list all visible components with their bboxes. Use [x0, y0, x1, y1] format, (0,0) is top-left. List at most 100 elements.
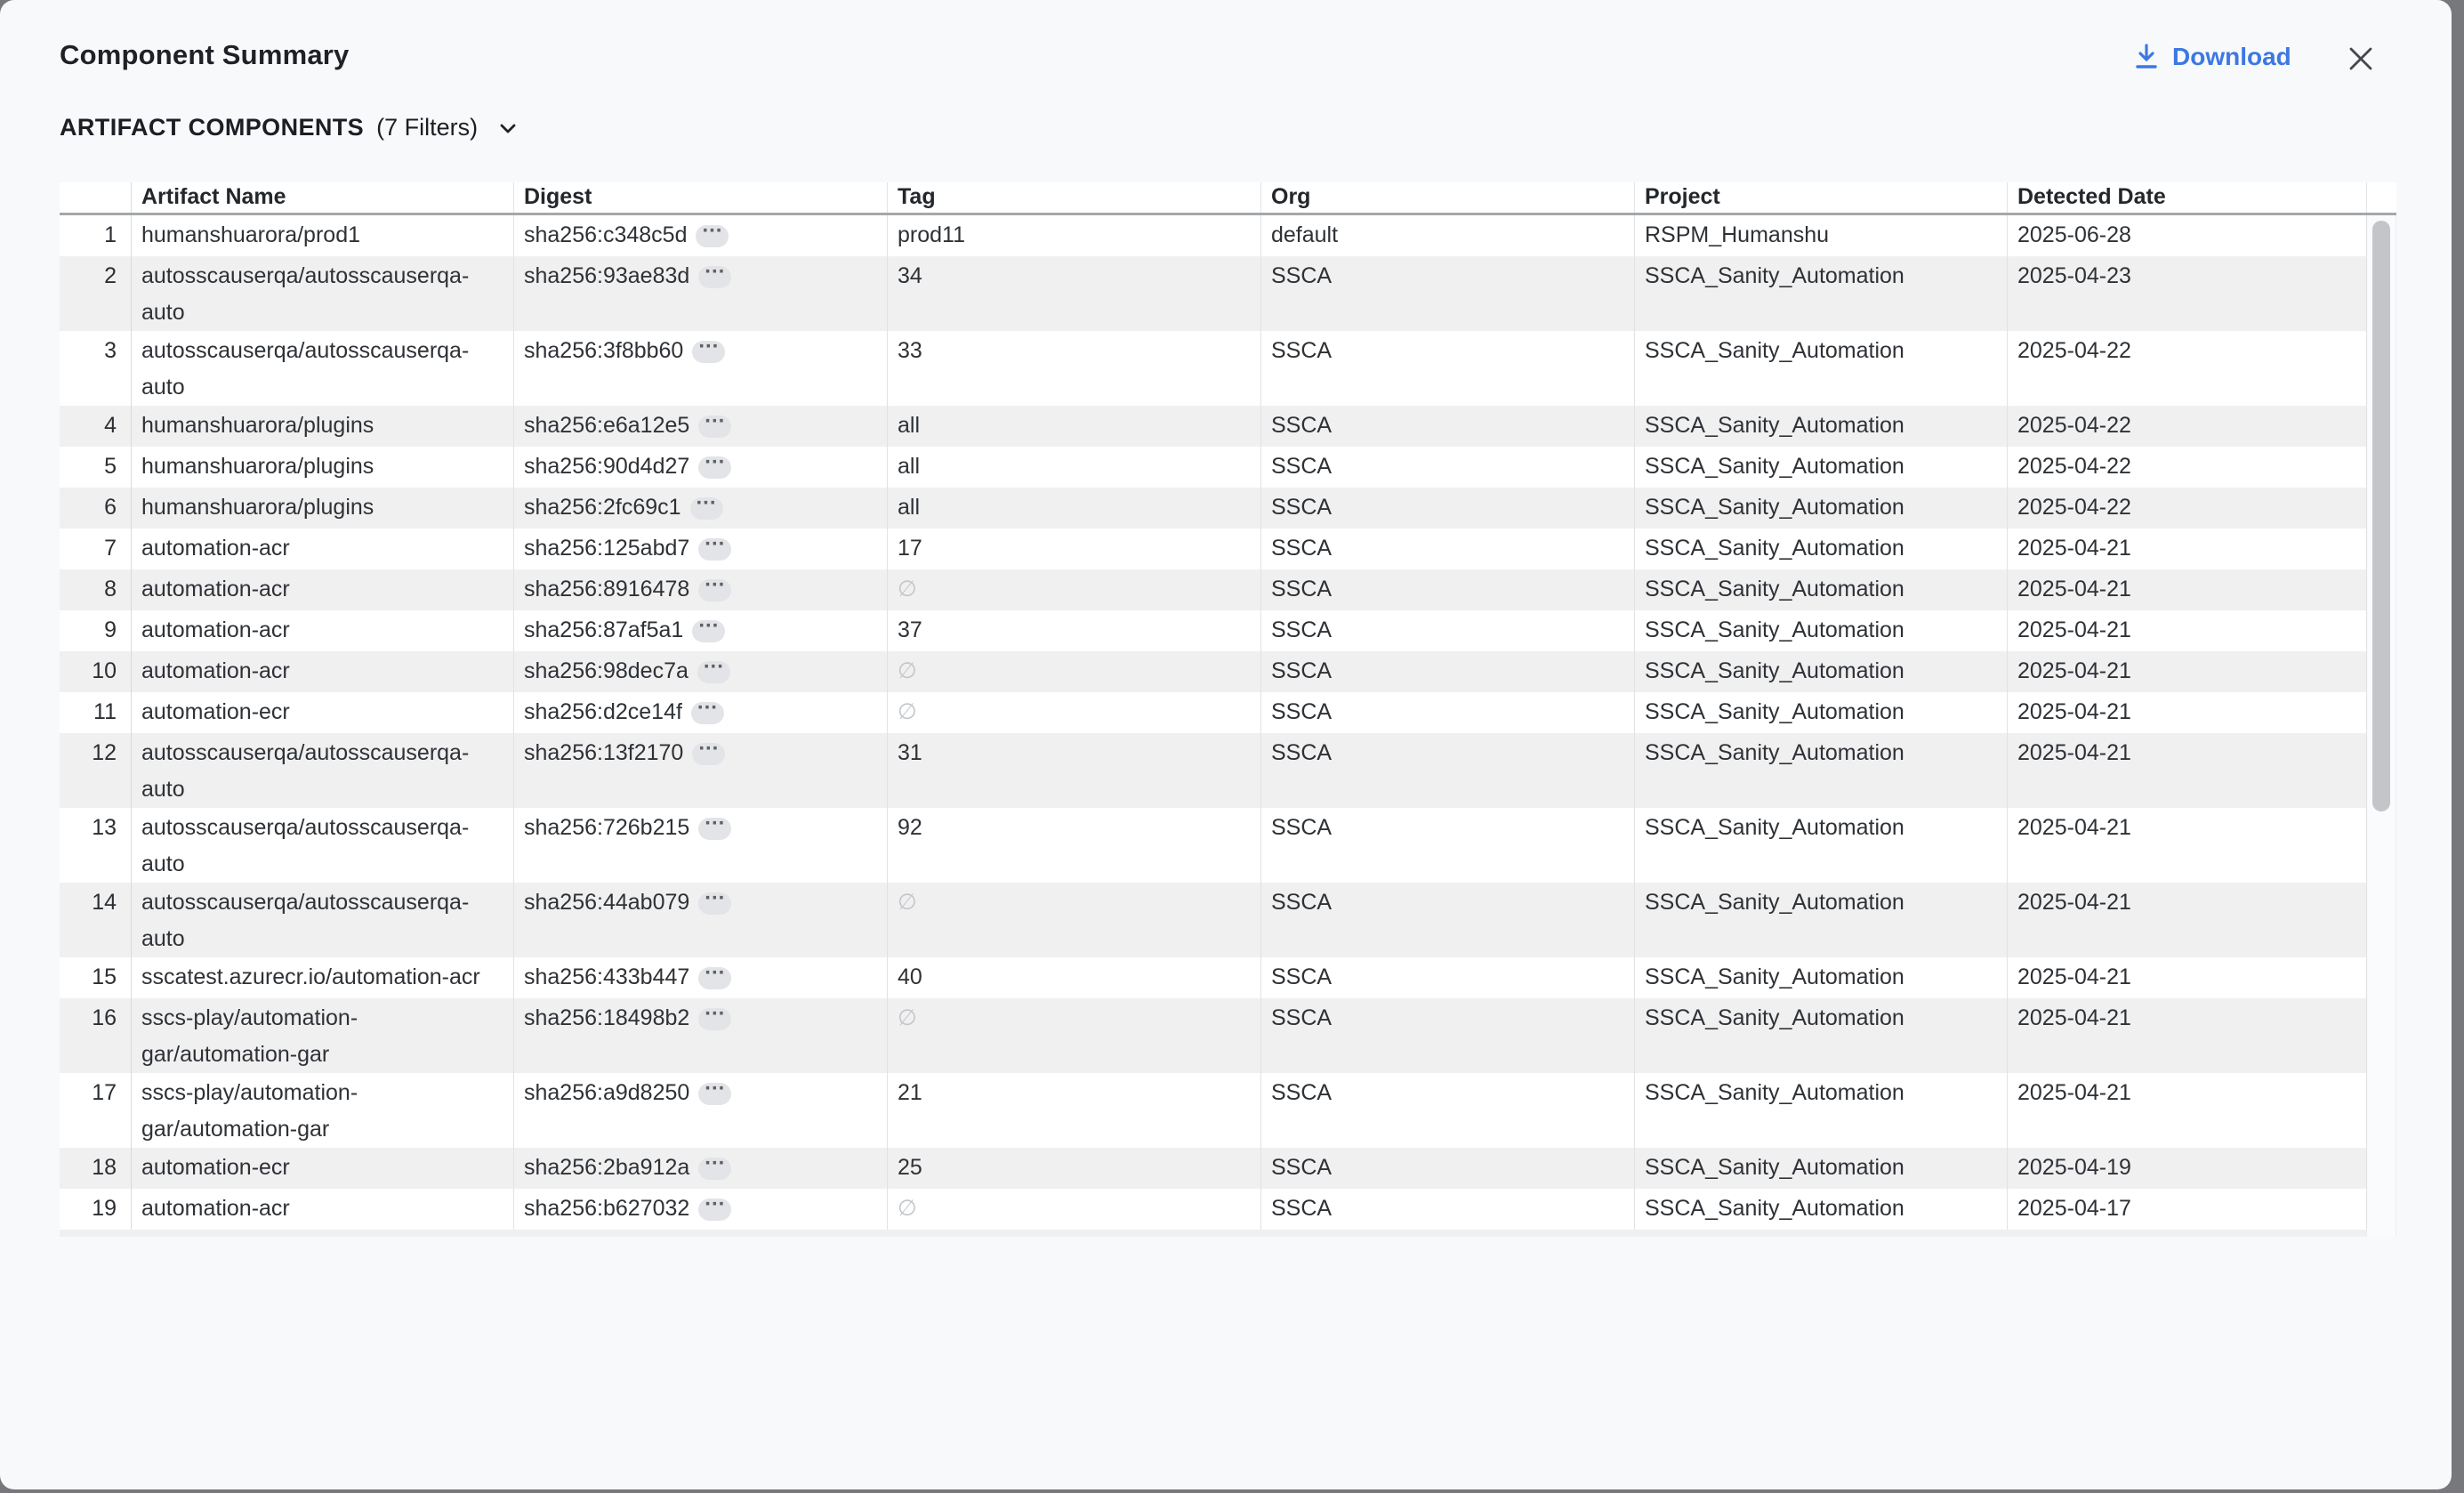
column-header-tag: Tag: [888, 182, 1261, 213]
digest-more-button[interactable]: ...: [698, 416, 731, 438]
download-button[interactable]: Download: [2133, 43, 2291, 71]
digest-more-button[interactable]: ...: [697, 661, 730, 683]
page-title: Component Summary: [60, 39, 350, 71]
org-cell: SSCA: [1261, 1148, 1635, 1189]
tag-cell: 37: [888, 610, 1261, 651]
digest-more-button[interactable]: ...: [698, 818, 731, 840]
vertical-scrollbar[interactable]: [2368, 215, 2396, 1237]
org-cell: SSCA: [1261, 529, 1635, 569]
empty-tag-symbol: ∅: [898, 890, 917, 915]
table-row: 11automation-ecrsha256:d2ce14f...∅SSCASS…: [60, 692, 2367, 733]
digest-more-button[interactable]: ...: [692, 620, 725, 642]
table-row: 18automation-ecrsha256:2ba912a...25SSCAS…: [60, 1148, 2367, 1189]
digest-more-button[interactable]: ...: [691, 702, 724, 724]
detected-date-cell: 2025-04-21: [2008, 692, 2367, 733]
artifact-name-cell: humanshuarora/prod1: [132, 215, 514, 256]
detected-date-cell: 2025-04-21: [2008, 610, 2367, 651]
digest-more-button[interactable]: ...: [692, 341, 725, 363]
table-row: 2autosscauserqa/autosscauserqa-autosha25…: [60, 256, 2367, 331]
artifact-name-cell: autosscauserqa/autosscauserqa-auto: [132, 883, 514, 957]
digest-more-button[interactable]: ...: [698, 1158, 731, 1180]
artifact-name-cell: autosscauserqa/autosscauserqa-auto: [132, 256, 514, 331]
column-header-index: [60, 182, 132, 213]
org-cell: SSCA: [1261, 692, 1635, 733]
table-row: 1humanshuarora/prod1sha256:c348c5d...pro…: [60, 215, 2367, 256]
tag-cell: 17: [888, 529, 1261, 569]
project-cell: SSCA_Sanity_Automation: [1635, 569, 2008, 610]
column-header-org: Org: [1261, 182, 1635, 213]
digest-more-button[interactable]: ...: [698, 579, 731, 601]
digest-more-button[interactable]: ...: [698, 1083, 731, 1105]
vertical-scrollbar-thumb[interactable]: [2372, 221, 2390, 811]
artifact-name-cell: automation-ecr: [132, 692, 514, 733]
artifact-components-section-toggle[interactable]: ARTIFACT COMPONENTS (7 Filters): [60, 114, 520, 141]
empty-tag-symbol: ∅: [898, 699, 917, 724]
detected-date-cell: 2025-04-21: [2008, 529, 2367, 569]
digest-more-button[interactable]: ...: [698, 1008, 731, 1030]
tag-cell: ∅: [888, 998, 1261, 1073]
table-row: 8automation-acrsha256:8916478...∅SSCASSC…: [60, 569, 2367, 610]
digest-cell: sha256:87af5a1...: [514, 610, 888, 651]
org-cell: SSCA: [1261, 406, 1635, 447]
column-header-detected-date: Detected Date: [2008, 182, 2367, 213]
org-cell: SSCA: [1261, 1073, 1635, 1148]
digest-more-button[interactable]: ...: [696, 225, 729, 247]
detected-date-cell: 2025-04-21: [2008, 1073, 2367, 1148]
table-row: 19automation-acrsha256:b627032...∅SSCASS…: [60, 1189, 2367, 1230]
project-cell: SSCA_Sanity_Automation: [1635, 808, 2008, 883]
org-cell: SSCA: [1261, 1189, 1635, 1230]
chevron-down-icon: [495, 116, 520, 141]
close-button[interactable]: [2343, 41, 2379, 77]
detected-date-cell: 2025-04-19: [2008, 1148, 2367, 1189]
digest-more-button[interactable]: ...: [698, 266, 731, 288]
project-cell: SSCA_Sanity_Automation: [1635, 1148, 2008, 1189]
digest-more-button[interactable]: ...: [692, 743, 725, 765]
digest-cell: sha256:44ab079...: [514, 883, 888, 957]
table-row: 17sscs-play/automation-gar/automation-ga…: [60, 1073, 2367, 1148]
project-cell: SSCA_Sanity_Automation: [1635, 488, 2008, 529]
row-number-cell: 1: [60, 215, 132, 256]
digest-more-button[interactable]: ...: [698, 1198, 731, 1221]
artifact-name-cell: sscatest.azurecr.io/automation-acr: [132, 957, 514, 998]
tag-cell: 21: [888, 1073, 1261, 1148]
org-cell: SSCA: [1261, 957, 1635, 998]
digest-cell: sha256:8916478...: [514, 569, 888, 610]
digest-cell: sha256:2fc69c1...: [514, 488, 888, 529]
table-row: 3autosscauserqa/autosscauserqa-autosha25…: [60, 331, 2367, 406]
org-cell: SSCA: [1261, 447, 1635, 488]
digest-more-button[interactable]: ...: [698, 967, 731, 989]
artifact-name-cell: autosscauserqa/autosscauserqa-auto: [132, 733, 514, 808]
column-header-project: Project: [1635, 182, 2008, 213]
digest-cell: sha256:98dec7a...: [514, 651, 888, 692]
detected-date-cell: 2025-04-21: [2008, 569, 2367, 610]
tag-cell: ∅: [888, 883, 1261, 957]
org-cell: SSCA: [1261, 808, 1635, 883]
table-row: 15sscatest.azurecr.io/automation-acrsha2…: [60, 957, 2367, 998]
detected-date-cell: 2025-04-21: [2008, 651, 2367, 692]
digest-more-button[interactable]: ...: [698, 456, 731, 479]
artifact-name-cell: sscs-play/automation-gar/automation-gar: [132, 998, 514, 1073]
empty-tag-symbol: ∅: [898, 577, 917, 601]
org-cell: SSCA: [1261, 733, 1635, 808]
row-number-cell: 12: [60, 733, 132, 808]
tag-cell: ∅: [888, 1189, 1261, 1230]
digest-more-button[interactable]: ...: [698, 892, 731, 915]
detected-date-cell: 2025-04-21: [2008, 883, 2367, 957]
row-number-cell: 5: [60, 447, 132, 488]
digest-more-button[interactable]: ...: [698, 538, 731, 561]
table-header-row: Artifact Name Digest Tag Org Project Det…: [60, 182, 2396, 215]
digest-more-button[interactable]: ...: [690, 497, 723, 520]
table-row: 9automation-acrsha256:87af5a1...37SSCASS…: [60, 610, 2367, 651]
project-cell: SSCA_Sanity_Automation: [1635, 256, 2008, 331]
digest-cell: sha256:c348c5d...: [514, 215, 888, 256]
org-cell: default: [1261, 215, 1635, 256]
project-cell: SSCA_Sanity_Automation: [1635, 610, 2008, 651]
project-cell: SSCA_Sanity_Automation: [1635, 957, 2008, 998]
project-cell: SSCA_Sanity_Automation: [1635, 692, 2008, 733]
row-number-cell: 17: [60, 1073, 132, 1148]
detected-date-cell: 2025-04-22: [2008, 447, 2367, 488]
row-number-cell: 18: [60, 1148, 132, 1189]
empty-tag-symbol: ∅: [898, 1005, 917, 1030]
org-cell: SSCA: [1261, 998, 1635, 1073]
artifact-name-cell: automation-acr: [132, 529, 514, 569]
